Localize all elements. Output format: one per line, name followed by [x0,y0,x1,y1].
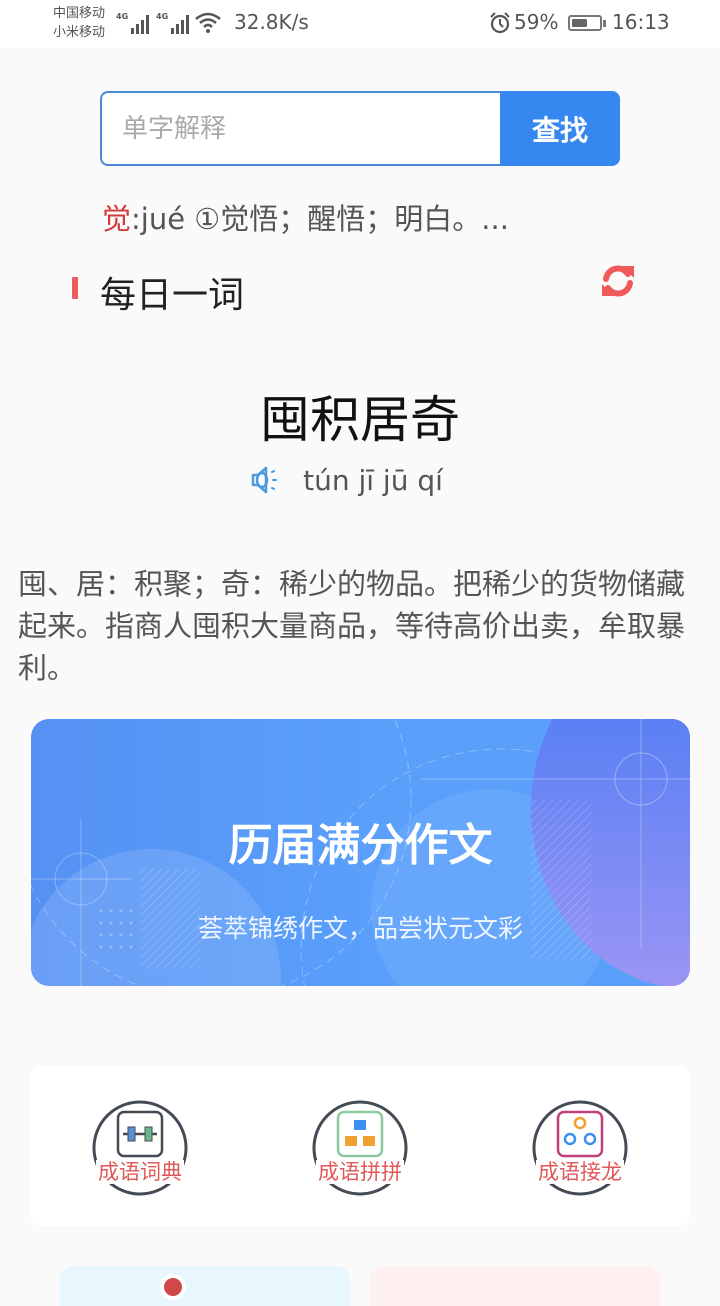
network-type-2: 4G [156,12,169,21]
carrier-1: 中国移动 [53,6,106,21]
wifi-icon [195,12,221,33]
bottom-card-left[interactable] [60,1266,350,1306]
tool-label: 成语词典 [96,1160,184,1184]
definition-text: :jué ①觉悟；醒悟；明白。... [131,202,509,236]
banner-subtitle: 荟萃锦绣作文，品尝状元文彩 [197,914,523,943]
banner-title: 历届满分作文 [228,820,493,871]
search-input[interactable] [100,91,500,166]
tool-idiom-dictionary[interactable]: 成语词典 [80,1096,200,1206]
network-speed: 32.8K/s [234,10,309,34]
clock: 16:13 [612,10,670,34]
speaker-icon[interactable] [247,462,283,498]
battery-percent: 59% [514,10,559,34]
idiom-explanation: 囤、居：积聚；奇：稀少的物品。把稀少的货物储藏起来。指商人囤积大量商品，等待高价… [18,567,686,685]
carrier-names: 中国移动 小米移动 [53,4,105,42]
signal-icon: 4G [116,12,150,34]
tools-panel: 成语词典 成语拼拼 成语接龙 [30,1066,690,1226]
battery-icon [568,15,606,31]
network-type-1: 4G [116,12,129,21]
definition-char: 觉 [102,202,132,236]
tool-label: 成语拼拼 [316,1160,404,1184]
character-definition[interactable]: 觉:jué ①觉悟；醒悟；明白。... [102,196,509,238]
status-bar: 中国移动 小米移动 4G 4G 32.8K/s 59% 16:13 [0,0,720,48]
section-title: 每日一词 [100,275,245,316]
section-marker [72,277,78,299]
pinyin-row: tún jī jū qí [0,462,720,498]
idiom-title: 囤积居奇 [260,391,460,449]
tool-idiom-puzzle[interactable]: 成语拼拼 [300,1096,420,1206]
carrier-2: 小米移动 [53,25,106,40]
tool-idiom-chain[interactable]: 成语接龙 [520,1096,640,1206]
idiom-pinyin: tún jī jū qí [303,463,443,497]
bottom-card-right[interactable] [370,1266,660,1306]
signal-icon: 4G [156,12,190,34]
card-icon [160,1274,186,1300]
search-button[interactable]: 查找 [500,91,620,166]
essay-banner[interactable]: 历届满分作文 荟萃锦绣作文，品尝状元文彩 [31,719,690,986]
search-bar: 查找 [100,91,620,166]
alarm-icon [490,12,510,34]
refresh-icon[interactable] [598,262,638,300]
tool-label: 成语接龙 [536,1160,624,1184]
